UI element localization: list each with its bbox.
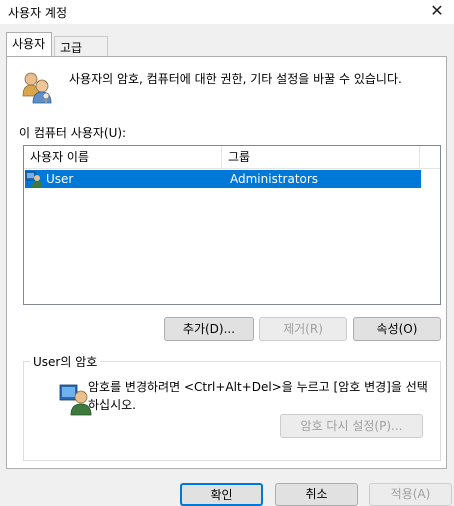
add-user-button[interactable]: 추가(D)... bbox=[164, 317, 254, 341]
cancel-button[interactable]: 취소 bbox=[275, 483, 358, 506]
users-listview[interactable]: 사용자 이름 그룹 User Administrators bbox=[23, 145, 441, 305]
column-header-username[interactable]: 사용자 이름 bbox=[24, 146, 222, 168]
listview-header: 사용자 이름 그룹 bbox=[24, 146, 440, 169]
tab-advanced[interactable]: 고급 bbox=[54, 36, 108, 57]
window-title: 사용자 계정 bbox=[8, 6, 68, 20]
password-group-title: User의 암호 bbox=[30, 353, 101, 370]
close-button[interactable]: ✕ bbox=[424, 0, 450, 22]
user-password-icon bbox=[58, 382, 92, 416]
ok-button[interactable]: 확인 bbox=[180, 483, 263, 506]
remove-user-button[interactable]: 제거(R) bbox=[259, 317, 347, 341]
properties-button[interactable]: 속성(O) bbox=[353, 317, 441, 341]
column-header-group[interactable]: 그룹 bbox=[222, 146, 420, 168]
apply-button[interactable]: 적용(A) bbox=[369, 483, 452, 506]
table-row[interactable]: User Administrators bbox=[25, 170, 421, 188]
user-group-cell: Administrators bbox=[230, 172, 319, 186]
users-list-label: 이 컴퓨터 사용자(U): bbox=[19, 126, 127, 140]
user-name-cell: User bbox=[46, 172, 74, 186]
password-instructions: 암호를 변경하려면 <Ctrl+Alt+Del>을 누르고 [암호 변경]을 선… bbox=[88, 380, 428, 412]
password-group: User의 암호 암호를 변경하려면 <Ctrl+Alt+Del>을 누르고 [… bbox=[23, 353, 441, 461]
tab-users[interactable]: 사용자 bbox=[6, 32, 52, 56]
title-bar: 사용자 계정 ✕ bbox=[0, 0, 454, 24]
users-tab-panel: 사용자의 암호, 컴퓨터에 대한 권한, 기타 설정을 바꿀 수 있습니다. 이… bbox=[6, 56, 447, 469]
reset-password-button[interactable]: 암호 다시 설정(P)... bbox=[280, 414, 423, 438]
intro-text: 사용자의 암호, 컴퓨터에 대한 권한, 기타 설정을 바꿀 수 있습니다. bbox=[69, 72, 402, 86]
user-icon bbox=[25, 170, 43, 188]
users-icon bbox=[20, 70, 54, 104]
